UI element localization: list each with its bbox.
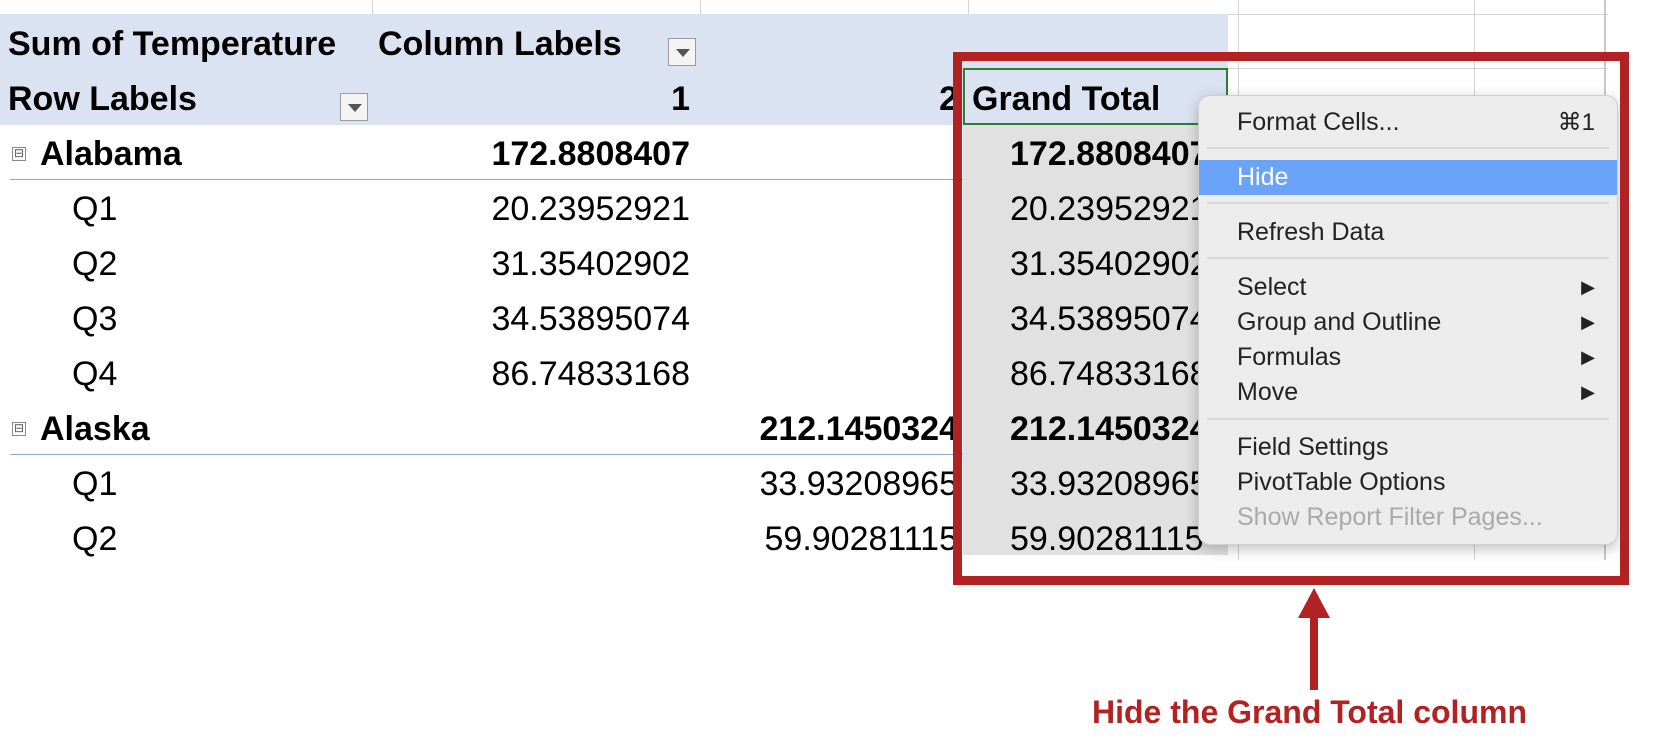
row-label: Q2: [72, 520, 118, 558]
grid-line: [700, 0, 701, 14]
row-col2: 59.90281115: [764, 520, 959, 558]
grid-line: [372, 0, 373, 14]
column-labels-header: Column Labels: [378, 25, 622, 63]
row-label: Q3: [72, 300, 118, 338]
row-col1: 34.53895074: [491, 300, 690, 338]
row-label: Q2: [72, 245, 118, 283]
group-separator: [10, 179, 963, 180]
row-col1: 20.23952921: [491, 190, 690, 228]
col-header-2: 2: [939, 80, 958, 118]
column-labels-filter-button[interactable]: [668, 38, 696, 66]
arrow-up-icon: [1298, 588, 1330, 690]
row-col1: 86.74833168: [491, 355, 690, 393]
group-separator: [10, 454, 963, 455]
alaska-col2: 212.1450324: [759, 410, 958, 448]
row-labels-header: Row Labels: [8, 80, 197, 118]
alabama-col1: 172.8808407: [491, 135, 690, 173]
row-col1: 31.35402902: [491, 245, 690, 283]
col-header-1: 1: [671, 80, 690, 118]
group-label-alabama: Alabama: [40, 135, 182, 173]
row-label: Q1: [72, 190, 118, 228]
collapse-icon[interactable]: ⊟: [12, 147, 26, 161]
chevron-down-icon: [676, 49, 690, 57]
row-col2: 33.93208965: [759, 465, 958, 503]
value-field-label: Sum of Temperature: [8, 25, 337, 63]
collapse-icon[interactable]: ⊟: [12, 422, 26, 436]
grid-line: [1228, 14, 1608, 15]
grid-line: [968, 0, 969, 14]
highlight-box: [953, 52, 1629, 585]
row-label: Q4: [72, 355, 118, 393]
chevron-down-icon: [348, 104, 362, 112]
row-label: Q1: [72, 465, 118, 503]
row-labels-filter-button[interactable]: [340, 93, 368, 121]
annotation-text: Hide the Grand Total column: [1092, 694, 1527, 730]
group-label-alaska: Alaska: [40, 410, 150, 448]
